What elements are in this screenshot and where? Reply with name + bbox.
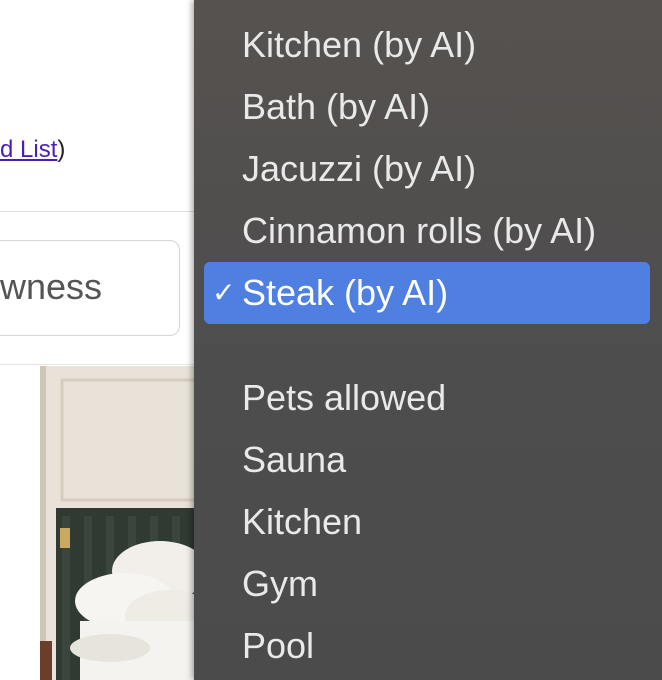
menu-item-label: Kitchen xyxy=(242,501,363,542)
menu-item-kitchen[interactable]: Kitchen xyxy=(204,491,650,553)
menu-item-bath-ai[interactable]: Bath (by AI) xyxy=(204,76,650,138)
link-suffix: ) xyxy=(57,136,66,163)
amenity-dropdown-menu: Kitchen (by AI) Bath (by AI) Jacuzzi (by… xyxy=(194,0,662,680)
menu-item-steak-ai[interactable]: ✓ Steak (by AI) xyxy=(204,262,650,324)
menu-item-cinnamon-rolls-ai[interactable]: Cinnamon rolls (by AI) xyxy=(204,200,650,262)
page-content: d List) wness xyxy=(0,0,200,680)
divider xyxy=(0,211,200,212)
menu-item-label: Bath (by AI) xyxy=(242,86,431,127)
menu-item-pets-allowed[interactable]: Pets allowed xyxy=(204,367,650,429)
menu-item-label: Pets allowed xyxy=(242,377,447,418)
menu-item-label: Cinnamon rolls (by AI) xyxy=(242,210,597,251)
menu-item-label: Jacuzzi (by AI) xyxy=(242,148,477,189)
menu-item-kitchen-ai[interactable]: Kitchen (by AI) xyxy=(204,14,650,76)
menu-item-sauna[interactable]: Sauna xyxy=(204,429,650,491)
search-input-value: wness xyxy=(0,266,103,307)
hotel-room-image[interactable] xyxy=(40,366,200,680)
menu-item-gym[interactable]: Gym xyxy=(204,553,650,615)
section-divider xyxy=(0,364,200,365)
menu-item-label: Kitchen (by AI) xyxy=(242,24,477,65)
list-link-line: d List) xyxy=(0,136,65,164)
menu-item-label: Gym xyxy=(242,563,318,604)
list-link[interactable]: d List xyxy=(0,136,57,163)
hotel-room-illustration xyxy=(40,366,200,680)
checkmark-icon: ✓ xyxy=(212,277,236,308)
menu-item-jacuzzi-ai[interactable]: Jacuzzi (by AI) xyxy=(204,138,650,200)
menu-item-pool[interactable]: Pool xyxy=(204,615,650,677)
menu-item-label: Pool xyxy=(242,625,315,666)
menu-item-label: Sauna xyxy=(242,439,347,480)
menu-item-label: Steak (by AI) xyxy=(242,272,449,313)
